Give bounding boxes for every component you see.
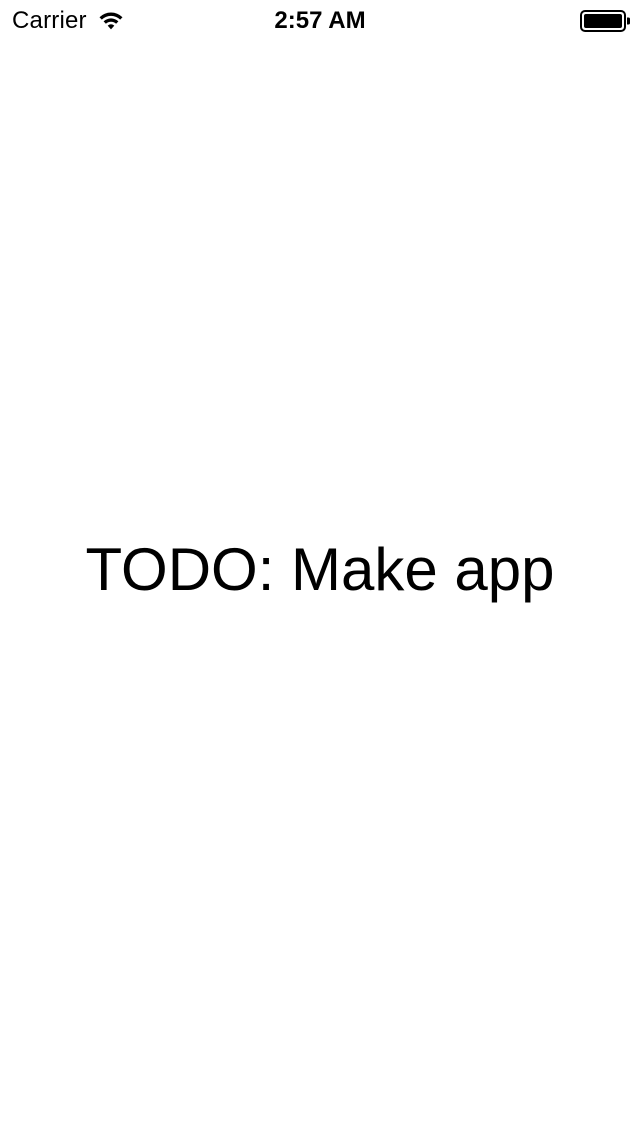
status-bar: Carrier 2:57 AM	[0, 0, 640, 40]
app-screen: Carrier 2:57 AM TODO: Make app	[0, 0, 640, 1136]
status-time: 2:57 AM	[274, 7, 366, 34]
main-content: TODO: Make app	[0, 520, 640, 620]
todo-message: TODO: Make app	[85, 536, 555, 603]
battery-icon	[580, 10, 630, 32]
